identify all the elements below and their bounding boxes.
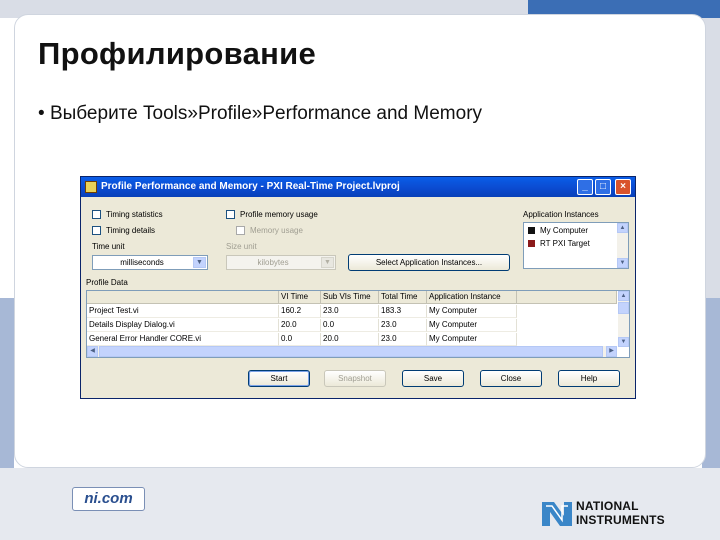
table-cell[interactable]: General Error Handler CORE.vi xyxy=(87,333,279,346)
maximize-button[interactable]: □ xyxy=(595,179,611,195)
bullet-marker: • xyxy=(38,103,50,124)
scroll-thumb[interactable] xyxy=(99,346,603,357)
logo-line-national: NATIONAL xyxy=(576,499,639,513)
table-horizontal-scrollbar[interactable]: ◀ ▶ xyxy=(87,346,617,357)
time-unit-label: Time unit xyxy=(92,242,125,251)
table-vertical-scrollbar[interactable]: ▲ ▼ xyxy=(618,291,629,347)
scroll-up-icon[interactable]: ▲ xyxy=(617,223,628,233)
memory-usage-checkbox xyxy=(236,226,245,235)
bullet-prefix: Выберите xyxy=(49,103,144,124)
timing-statistics-label: Timing statistics xyxy=(106,210,163,219)
profile-memory-label: Profile memory usage xyxy=(240,210,318,219)
scroll-down-icon[interactable]: ▼ xyxy=(617,258,628,268)
table-cell[interactable]: 20.0 xyxy=(321,333,379,346)
table-cell[interactable]: 0.0 xyxy=(321,319,379,332)
chevron-down-icon: ▼ xyxy=(321,257,334,268)
table-cell[interactable]: 183.3 xyxy=(379,305,427,318)
profile-data-label: Profile Data xyxy=(86,278,128,287)
close-window-button[interactable]: × xyxy=(615,179,631,195)
instance-color-swatch xyxy=(528,227,535,234)
slide-bullet: • Выберите Tools»Profile»Performance and… xyxy=(38,103,482,125)
select-application-instances-button[interactable]: Select Application Instances... xyxy=(348,254,510,271)
bullet-menu-path: Tools»Profile»Performance and Memory xyxy=(143,103,483,124)
instance-color-swatch xyxy=(528,240,535,247)
column-header-total-time[interactable]: Total Time xyxy=(379,291,427,304)
list-item[interactable]: RT PXI Target xyxy=(528,239,590,250)
column-header-vi[interactable] xyxy=(87,291,279,304)
column-header-vi-time[interactable]: VI Time xyxy=(279,291,321,304)
window-title: Profile Performance and Memory - PXI Rea… xyxy=(101,181,400,192)
scroll-thumb[interactable] xyxy=(618,302,629,314)
profile-data-table[interactable]: VI Time Sub VIs Time Total Time Applicat… xyxy=(86,290,630,358)
instance-name: My Computer xyxy=(540,226,589,235)
time-unit-value: milliseconds xyxy=(120,258,164,267)
window-titlebar[interactable]: Profile Performance and Memory - PXI Rea… xyxy=(81,177,635,197)
close-button[interactable]: Close xyxy=(480,370,542,387)
scroll-right-icon[interactable]: ▶ xyxy=(606,346,617,357)
time-unit-select[interactable]: milliseconds ▼ xyxy=(92,255,208,270)
memory-usage-label: Memory usage xyxy=(250,226,303,235)
table-cell[interactable]: Details Display Dialog.vi xyxy=(87,319,279,332)
application-instances-label: Application Instances xyxy=(523,210,599,219)
scroll-up-icon[interactable]: ▲ xyxy=(618,291,629,301)
timing-statistics-checkbox[interactable] xyxy=(92,210,101,219)
table-cell[interactable]: My Computer xyxy=(427,333,517,346)
ni-eagle-icon xyxy=(542,502,572,526)
table-cell[interactable]: 160.2 xyxy=(279,305,321,318)
chevron-down-icon: ▼ xyxy=(193,257,206,268)
table-cell[interactable]: 23.0 xyxy=(379,319,427,332)
save-button[interactable]: Save xyxy=(402,370,464,387)
logo-line-instruments: INSTRUMENTS xyxy=(576,513,665,527)
timing-details-checkbox[interactable] xyxy=(92,226,101,235)
timing-details-label: Timing details xyxy=(106,226,156,235)
snapshot-button: Snapshot xyxy=(324,370,386,387)
column-header-subvis-time[interactable]: Sub VIs Time xyxy=(321,291,379,304)
profile-memory-checkbox[interactable] xyxy=(226,210,235,219)
list-item[interactable]: My Computer xyxy=(528,226,588,237)
scroll-down-icon[interactable]: ▼ xyxy=(618,337,629,347)
application-instances-list[interactable]: My Computer RT PXI Target ▲ ▼ xyxy=(523,222,629,269)
national-instruments-logo: NATIONAL INSTRUMENTS xyxy=(540,496,690,532)
instances-scrollbar[interactable]: ▲ ▼ xyxy=(617,223,628,268)
column-header-filler xyxy=(517,291,617,304)
table-cell[interactable]: My Computer xyxy=(427,305,517,318)
help-button[interactable]: Help xyxy=(558,370,620,387)
slide-left-accent xyxy=(0,298,14,468)
scroll-left-icon[interactable]: ◀ xyxy=(87,346,98,357)
slide-title: Профилирование xyxy=(38,36,317,71)
column-header-application-instance[interactable]: Application Instance xyxy=(427,291,517,304)
table-cell[interactable]: 23.0 xyxy=(321,305,379,318)
size-unit-select: kilobytes ▼ xyxy=(226,255,336,270)
instance-name: RT PXI Target xyxy=(540,239,590,248)
size-unit-label: Size unit xyxy=(226,242,257,251)
labview-app-icon xyxy=(85,181,97,193)
size-unit-value: kilobytes xyxy=(257,258,289,267)
table-cell[interactable]: 23.0 xyxy=(379,333,427,346)
minimize-button[interactable]: _ xyxy=(577,179,593,195)
table-cell[interactable]: Project Test.vi xyxy=(87,305,279,318)
start-button[interactable]: Start xyxy=(248,370,310,387)
table-cell[interactable]: 0.0 xyxy=(279,333,321,346)
ni-com-link[interactable]: ni.com xyxy=(72,487,145,511)
table-cell[interactable]: My Computer xyxy=(427,319,517,332)
table-cell[interactable]: 20.0 xyxy=(279,319,321,332)
